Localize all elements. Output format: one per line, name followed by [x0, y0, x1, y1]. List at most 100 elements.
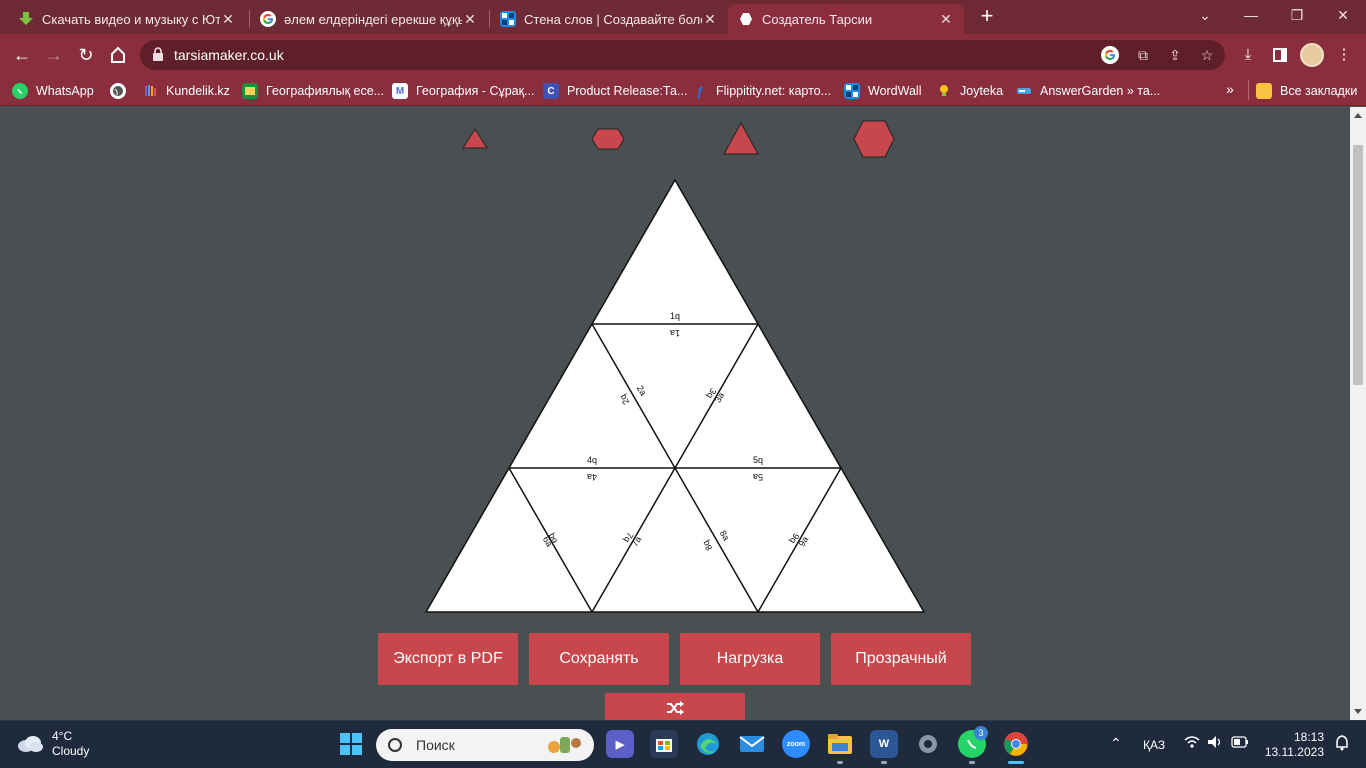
bookmark-label: Flippitity.net: карто... [716, 84, 832, 98]
address-bar[interactable]: tarsiamaker.co.uk ⧉ ⇪ ☆ [140, 40, 1225, 70]
shuffle-button[interactable] [605, 693, 745, 721]
folder-icon [1256, 83, 1272, 99]
bookmark-answergarden[interactable]: AnswerGarden » та... [1016, 81, 1160, 101]
tab-3[interactable]: Стена слов | Создавайте более ✕ [490, 4, 728, 34]
bookmark-label: WordWall [868, 84, 922, 98]
bookmark-wordwall[interactable]: WordWall [844, 81, 921, 101]
bookmark-joyteka[interactable]: Joyteka [936, 81, 1003, 101]
bookmark-whatsapp[interactable]: WhatsApp [12, 81, 94, 101]
all-bookmarks-label: Все закладки [1280, 84, 1358, 98]
bookmark-kundelik[interactable]: Kundelik.kz [142, 81, 230, 101]
google-icon [260, 11, 276, 27]
language-indicator[interactable]: ҚАЗ [1143, 738, 1165, 752]
reload-icon[interactable]: ↻ [74, 43, 98, 67]
m-icon: M [392, 83, 408, 99]
bookmark-label: Product Release:Та... [567, 84, 688, 98]
search-placeholder: Поиск [416, 737, 455, 753]
lock-icon [153, 47, 163, 61]
tab-4-active[interactable]: Создатель Тарсии ✕ [728, 4, 964, 34]
bookmark-label: География - Сұрақ... [416, 84, 535, 98]
page-scrollbar[interactable] [1350, 107, 1366, 721]
share-icon[interactable]: ⇪ [1165, 45, 1185, 65]
windows-taskbar: 4°C Cloudy Поиск ▶ zoom W 3 ⌃ ҚАЗ 18:13 … [0, 720, 1366, 768]
download-icon[interactable]: ⤓ [1237, 44, 1259, 66]
hand-icon [142, 83, 158, 99]
transparent-button[interactable]: Прозрачный [831, 633, 971, 685]
back-icon[interactable]: ← [10, 43, 34, 67]
volume-icon[interactable] [1207, 735, 1223, 752]
tab-1[interactable]: Скачать видео и музыку с Ютуб ✕ [8, 4, 246, 34]
search-highlight-icon [544, 733, 584, 757]
c-icon: C [543, 83, 559, 99]
mail-icon[interactable] [738, 730, 766, 758]
scroll-thumb[interactable] [1353, 145, 1363, 385]
save-button[interactable]: Сохранять [529, 633, 669, 685]
tab-bar: Скачать видео и музыку с Ютуб ✕ әлем елд… [0, 0, 1366, 34]
chrome-icon[interactable] [1002, 730, 1030, 758]
weather-temp: 4°C [52, 729, 73, 743]
zoom-icon[interactable]: zoom [782, 730, 810, 758]
bookmark-geography[interactable]: M География - Сұрақ... [392, 81, 535, 101]
tab-search-icon[interactable]: ⌄ [1194, 4, 1216, 26]
weather-widget[interactable]: 4°C Cloudy [16, 729, 89, 759]
clock[interactable]: 18:13 13.11.2023 [1262, 730, 1324, 760]
wordwall-icon [500, 11, 516, 27]
bookmarks-overflow-icon[interactable]: » [1226, 81, 1234, 97]
edge-icon[interactable] [694, 730, 722, 758]
close-icon[interactable]: ✕ [702, 11, 718, 28]
restore-icon[interactable]: ❐ [1286, 4, 1308, 26]
bookmark-label: Joyteka [960, 84, 1004, 98]
edge-5-answer: 5a [753, 472, 763, 482]
download-icon [18, 11, 34, 27]
close-icon[interactable]: ✕ [938, 11, 954, 28]
bookmark-product-release[interactable]: C Product Release:Та... [543, 81, 687, 101]
bookmark-globe[interactable] [110, 81, 134, 101]
windows-start-icon[interactable] [340, 733, 362, 755]
all-bookmarks[interactable]: Все закладки [1256, 81, 1357, 101]
settings-icon[interactable] [914, 730, 942, 758]
bookmark-label: WhatsApp [36, 84, 94, 98]
load-button[interactable]: Нагрузка [680, 633, 820, 685]
tray-overflow-icon[interactable]: ⌃ [1110, 735, 1122, 752]
word-icon[interactable]: W [870, 730, 898, 758]
profile-avatar[interactable] [1300, 43, 1324, 67]
close-icon[interactable]: ✕ [220, 11, 236, 28]
scroll-down-icon[interactable] [1354, 709, 1362, 714]
active-indicator [1008, 761, 1024, 764]
menu-icon[interactable]: ⋮ [1333, 44, 1355, 66]
battery-icon[interactable] [1231, 736, 1249, 751]
running-indicator [881, 761, 887, 764]
answergarden-icon [1016, 83, 1032, 99]
scroll-up-icon[interactable] [1354, 113, 1362, 118]
google-lens-icon[interactable] [1101, 46, 1119, 64]
bookmark-label: Kundelik.kz [166, 84, 230, 98]
wifi-icon[interactable] [1184, 735, 1200, 752]
forward-icon[interactable]: → [42, 43, 66, 67]
side-panel-icon[interactable] [1269, 44, 1291, 66]
whatsapp-icon [12, 83, 28, 99]
browser-toolbar: ← → ↻ tarsiamaker.co.uk ⧉ ⇪ ☆ ⤓ ⋮ [0, 34, 1366, 76]
new-tab-button[interactable]: + [976, 5, 998, 28]
running-indicator [837, 761, 843, 764]
export-pdf-button[interactable]: Экспорт в PDF [378, 633, 518, 685]
notification-badge: 3 [974, 726, 988, 740]
flippity-icon: ƒ [696, 83, 704, 99]
meet-icon[interactable]: ▶ [606, 730, 634, 758]
home-icon[interactable] [106, 43, 130, 67]
bookmark-flippity[interactable]: ƒ Flippitity.net: карто... [692, 81, 831, 101]
close-icon[interactable]: ✕ [462, 11, 478, 28]
store-icon[interactable] [650, 730, 678, 758]
bookmark-star-icon[interactable]: ☆ [1197, 45, 1217, 65]
translate-icon[interactable]: ⧉ [1133, 45, 1153, 65]
close-window-icon[interactable]: ✕ [1332, 4, 1354, 26]
tarsia-puzzle: 1q 1a 2q 2a 3q 3a 4q 4a 5q 5a 6q 6a 7q 7… [424, 178, 926, 613]
minimize-icon[interactable]: — [1240, 4, 1262, 26]
file-explorer-icon[interactable] [826, 730, 854, 758]
bookmarks-separator [1248, 80, 1249, 100]
notifications-icon[interactable] [1333, 734, 1351, 756]
taskbar-search[interactable]: Поиск [376, 729, 594, 761]
tab-2[interactable]: әлем елдеріндегі ерекше құқық ✕ [250, 4, 488, 34]
edge-1-answer: 1a [670, 328, 680, 338]
bookmark-classroom[interactable]: Географиялық есе... [242, 81, 384, 101]
bookmarks-bar: WhatsApp Kundelik.kz Географиялық есе...… [0, 76, 1366, 106]
